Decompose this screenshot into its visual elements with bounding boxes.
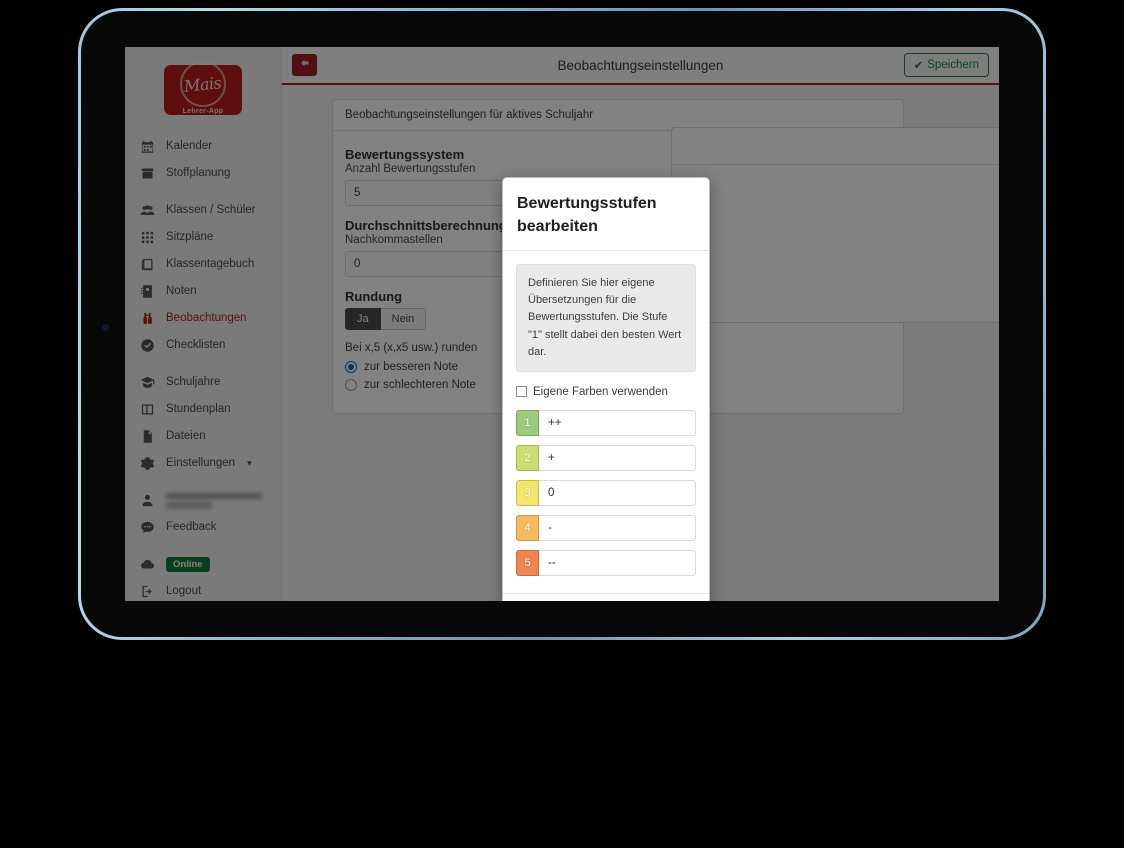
level-swatch-2[interactable]: 2 bbox=[516, 444, 539, 471]
own-colors-label: Eigene Farben verwenden bbox=[533, 385, 668, 398]
modal-footer: Speichern Abbrechen bbox=[503, 592, 709, 601]
tablet-frame: Mais Lehrer-App Kalender Stoffplanung Kl… bbox=[78, 8, 1046, 640]
modal-body: Definieren Sie hier eigene Übersetzungen… bbox=[503, 251, 709, 592]
level-input-1[interactable]: ++ bbox=[539, 409, 696, 436]
level-input-3[interactable]: 0 bbox=[539, 479, 696, 506]
level-input-2[interactable]: + bbox=[539, 444, 696, 471]
tablet-bezel: Mais Lehrer-App Kalender Stoffplanung Kl… bbox=[81, 11, 1043, 637]
level-input-5[interactable]: -- bbox=[539, 549, 696, 576]
modal-header: Bewertungsstufen bearbeiten bbox=[503, 178, 709, 252]
level-swatch-5[interactable]: 5 bbox=[516, 549, 539, 576]
tablet-screen: Mais Lehrer-App Kalender Stoffplanung Kl… bbox=[125, 47, 999, 601]
level-row: 4 - bbox=[516, 514, 696, 541]
checkbox-icon[interactable] bbox=[516, 386, 527, 398]
level-swatch-1[interactable]: 1 bbox=[516, 409, 539, 436]
level-row: 1 ++ bbox=[516, 409, 696, 436]
level-row: 2 + bbox=[516, 444, 696, 471]
level-row: 5 -- bbox=[516, 549, 696, 576]
modal-info-note: Definieren Sie hier eigene Übersetzungen… bbox=[516, 264, 696, 372]
level-swatch-3[interactable]: 3 bbox=[516, 479, 539, 506]
camera-dot-icon bbox=[102, 324, 109, 331]
modal-title: Bewertungsstufen bearbeiten bbox=[517, 195, 657, 236]
own-colors-checkbox-row[interactable]: Eigene Farben verwenden bbox=[516, 386, 696, 398]
level-input-4[interactable]: - bbox=[539, 514, 696, 541]
level-swatch-4[interactable]: 4 bbox=[516, 514, 539, 541]
level-row: 3 0 bbox=[516, 479, 696, 506]
edit-rating-levels-modal: Bewertungsstufen bearbeiten Definieren S… bbox=[502, 177, 710, 601]
